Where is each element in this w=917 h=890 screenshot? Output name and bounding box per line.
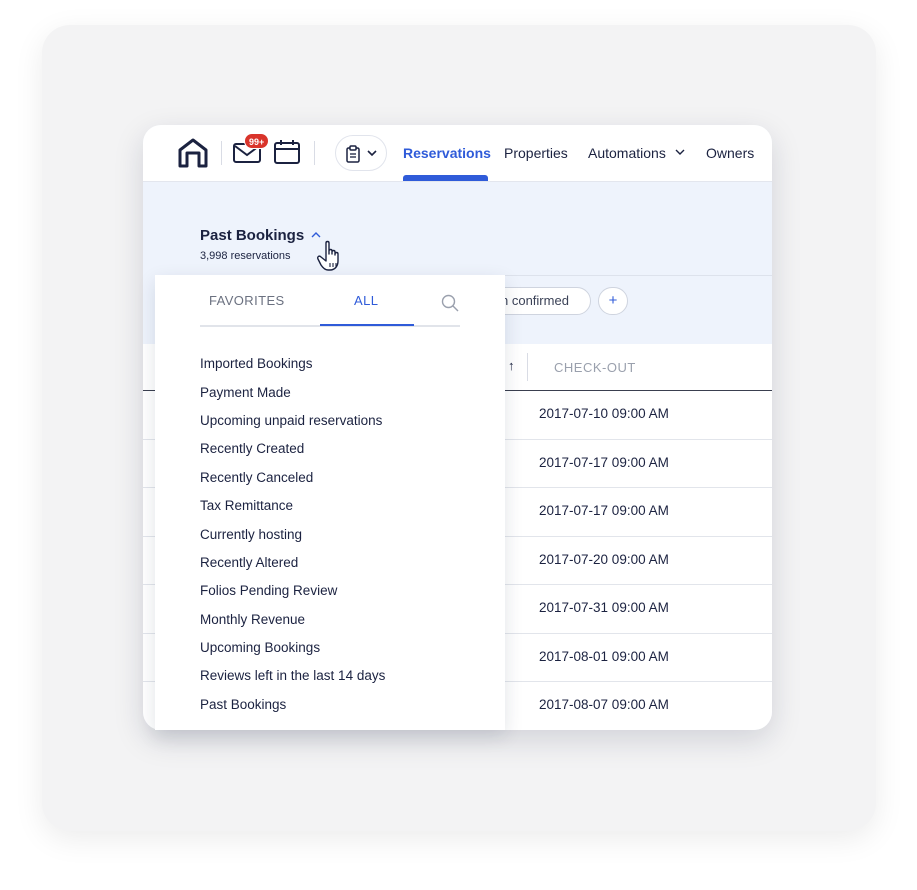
tab-favorites[interactable]: FAVORITES: [209, 293, 285, 308]
view-item[interactable]: Upcoming Bookings: [200, 640, 320, 655]
column-header-checkout[interactable]: CHECK-OUT: [554, 360, 636, 375]
tasks-menu-button[interactable]: [335, 135, 387, 171]
view-item[interactable]: Tax Remittance: [200, 498, 293, 513]
search-icon[interactable]: [441, 294, 459, 312]
chevron-up-icon[interactable]: [311, 231, 321, 238]
view-item[interactable]: Past Bookings: [200, 697, 286, 712]
top-nav: 99+ Reservations Properties Automations: [143, 125, 772, 182]
tab-all[interactable]: ALL: [354, 293, 378, 308]
view-item[interactable]: Reviews left in the last 14 days: [200, 668, 385, 683]
column-divider: [527, 353, 528, 381]
home-logo-icon[interactable]: [177, 137, 209, 169]
clipboard-icon: [346, 145, 360, 163]
sort-ascending-icon[interactable]: ↑: [508, 358, 515, 373]
tab-properties[interactable]: Properties: [504, 145, 568, 161]
checkout-cell: 2017-08-07 09:00 AM: [539, 697, 669, 712]
checkout-cell: 2017-08-01 09:00 AM: [539, 648, 669, 664]
filter-bar-divider: [505, 275, 772, 276]
mail-count-badge: 99+: [244, 133, 270, 149]
saved-view-title[interactable]: Past Bookings: [200, 227, 304, 244]
view-item[interactable]: Monthly Revenue: [200, 612, 305, 627]
chevron-down-icon: [367, 150, 377, 157]
tab-automations[interactable]: Automations: [588, 145, 666, 161]
checkout-cell: 2017-07-10 09:00 AM: [539, 406, 669, 421]
view-item[interactable]: Folios Pending Review: [200, 583, 337, 598]
view-item[interactable]: Upcoming unpaid reservations: [200, 413, 382, 428]
checkout-cell: 2017-07-17 09:00 AM: [539, 503, 669, 518]
calendar-icon[interactable]: [273, 139, 301, 165]
saved-views-dropdown: FAVORITES ALL Imported Bookings Payment …: [155, 275, 505, 730]
view-item[interactable]: Recently Altered: [200, 555, 298, 570]
nav-divider: [221, 141, 222, 165]
add-filter-button[interactable]: +: [598, 287, 628, 315]
nav-divider: [314, 141, 315, 165]
checkout-cell: 2017-07-17 09:00 AM: [539, 454, 669, 470]
tab-reservations[interactable]: Reservations: [403, 145, 491, 161]
checkout-cell: 2017-07-20 09:00 AM: [539, 551, 669, 567]
view-item[interactable]: Recently Created: [200, 441, 304, 456]
view-item[interactable]: Imported Bookings: [200, 356, 313, 371]
view-item[interactable]: Payment Made: [200, 385, 291, 400]
hand-pointer-icon: [317, 240, 339, 271]
view-item[interactable]: Recently Canceled: [200, 470, 313, 485]
chevron-down-icon: [675, 149, 685, 155]
checkout-cell: 2017-07-31 09:00 AM: [539, 600, 669, 615]
tab-owners[interactable]: Owners: [706, 145, 754, 161]
active-tab-indicator: [403, 175, 488, 181]
reservation-count: 3,998 reservations: [200, 250, 291, 262]
view-item[interactable]: Currently hosting: [200, 527, 302, 542]
active-tab-indicator: [320, 324, 414, 326]
